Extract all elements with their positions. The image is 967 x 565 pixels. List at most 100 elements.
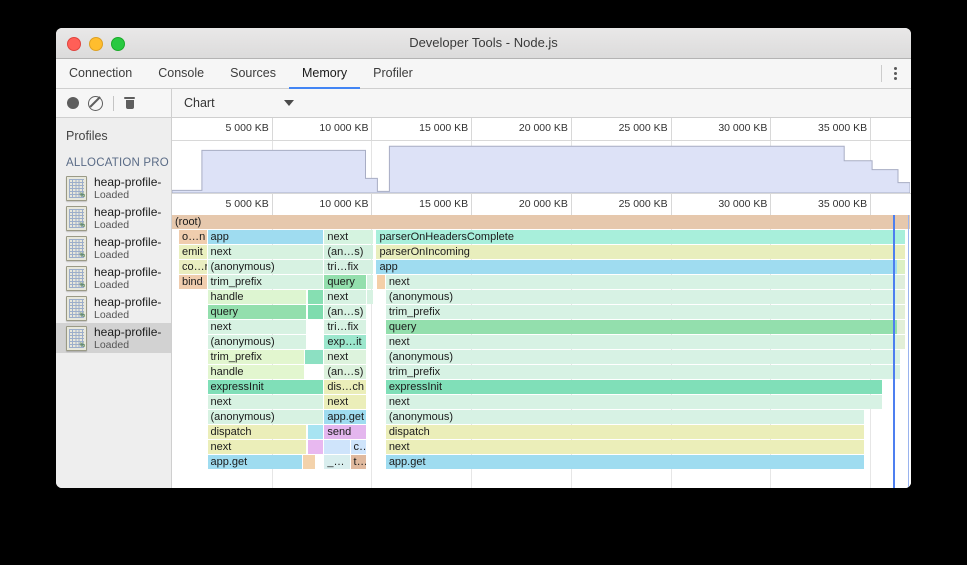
clear-icon[interactable] [88,95,103,111]
heap-profile-icon: % [66,205,87,231]
flame-frame[interactable] [307,425,323,439]
flame-frame[interactable]: _… [324,455,350,469]
flame-frame-edge[interactable] [897,260,905,274]
flame-frame[interactable]: trim_prefix [385,305,901,319]
profile-list-item[interactable]: % heap-profile- Loaded [56,263,171,293]
flame-frame[interactable]: trim_prefix [207,275,323,289]
tab-sources[interactable]: Sources [217,59,289,89]
flame-frame[interactable]: next [207,395,323,409]
flame-frame[interactable]: dispatch [385,425,865,439]
flame-frame[interactable]: next [385,335,901,349]
flame-frame[interactable]: emit [178,245,207,259]
flame-frame[interactable]: (anonymous) [385,410,865,424]
flame-frame[interactable] [305,350,323,364]
flame-frame[interactable]: query [324,275,367,289]
flame-frame[interactable]: expressInit [207,380,323,394]
flame-frame[interactable]: next [324,230,374,244]
flame-frame[interactable]: query [385,320,901,334]
flame-frame[interactable]: (an…s) [324,245,374,259]
flame-frame-edge[interactable] [897,290,905,304]
flame-frame[interactable] [302,455,315,469]
kebab-menu-icon[interactable] [890,64,901,83]
flame-frame[interactable]: tri…fix [324,260,374,274]
flame-frame[interactable]: next [324,395,367,409]
flame-frame[interactable]: app [376,260,902,274]
flame-frame[interactable]: expressInit [385,380,883,394]
tab-memory[interactable]: Memory [288,59,361,89]
flame-frame[interactable]: app.get [324,410,367,424]
flame-frame[interactable]: exp…it [324,335,367,349]
flame-frame[interactable] [367,290,374,304]
flame-frame[interactable]: handle [207,365,304,379]
view-selector[interactable]: Chart [172,89,911,117]
profile-list-item[interactable]: % heap-profile- Loaded [56,233,171,263]
flame-frame[interactable]: next [207,440,306,454]
flame-chart[interactable]: (root) o…n app next parserOnHeadersComplete e… [172,215,911,488]
flame-frame[interactable]: (anonymous) [207,260,323,274]
flame-frame[interactable]: next [207,245,323,259]
flame-frame[interactable] [377,275,385,289]
trash-icon[interactable] [124,97,135,109]
flame-selection-line[interactable] [893,215,895,488]
flame-frame[interactable]: dis…ch [324,380,367,394]
tab-console[interactable]: Console [145,59,217,89]
profiles-sidebar: Profiles ALLOCATION PRO % heap-profile- Lo… [56,118,172,488]
flame-frame[interactable]: next [207,320,306,334]
flame-frame[interactable]: query [207,305,306,319]
flame-frame[interactable]: (anonymous) [207,335,306,349]
flame-frame[interactable] [367,275,374,289]
flame-frame[interactable] [324,440,350,454]
heap-profile-icon: % [66,265,87,291]
flame-frame[interactable]: (an…s) [324,365,367,379]
flame-frame-edge[interactable] [897,275,905,289]
flame-frame[interactable]: bind [178,275,207,289]
flame-frame[interactable] [307,440,323,454]
flame-frame[interactable]: app [207,230,323,244]
flame-frame-edge[interactable] [897,245,905,259]
flame-frame[interactable]: app.get [207,455,302,469]
profile-list-item[interactable]: % heap-profile- Loaded [56,203,171,233]
profile-list-item[interactable]: % heap-profile- Loaded [56,293,171,323]
flame-frame[interactable]: (anonymous) [207,410,323,424]
flame-frame[interactable]: (an…s) [324,305,367,319]
flame-frame[interactable]: trim_prefix [385,365,901,379]
flame-frame[interactable]: next [385,440,865,454]
flame-frame[interactable]: next [385,395,883,409]
flame-frame[interactable]: (anonymous) [385,350,901,364]
profile-list-item[interactable]: % heap-profile- Loaded [56,323,171,353]
flame-frame[interactable]: co…r [178,260,207,274]
overview-chart[interactable] [172,141,911,193]
flame-frame[interactable]: c… [350,440,367,454]
flame-frame-edge[interactable] [897,215,905,229]
flame-frame[interactable]: o…n [178,230,207,244]
profile-list-item[interactable]: % heap-profile- Loaded [56,173,171,203]
heap-profile-icon: % [66,175,87,201]
flame-frame[interactable]: tri…fix [324,320,367,334]
record-icon[interactable] [67,97,79,109]
profile-item-text: heap-profile- Loaded [94,265,161,291]
flame-frame[interactable]: t… [350,455,367,469]
flame-frame[interactable] [307,290,323,304]
chevron-down-icon[interactable] [284,100,294,106]
flame-frame[interactable]: handle [207,290,306,304]
tab-profiler[interactable]: Profiler [360,59,426,89]
flame-frame[interactable]: (root) [172,215,910,229]
flame-frame[interactable]: app.get [385,455,865,469]
flame-frame[interactable]: next [385,275,901,289]
flame-frame[interactable]: parserOnIncoming [376,245,905,259]
flame-frame[interactable]: next [324,350,367,364]
flame-frame[interactable]: send [324,425,367,439]
tab-connection[interactable]: Connection [56,59,145,89]
flame-frame[interactable]: parserOnHeadersComplete [376,230,905,244]
flame-frame-edge[interactable] [897,305,905,319]
flame-frame[interactable] [307,305,323,319]
flame-frame[interactable]: (anonymous) [385,290,901,304]
flame-frame-edge[interactable] [897,335,905,349]
ruler-tick-label: 10 000 KB [319,122,369,134]
flame-frame[interactable]: trim_prefix [207,350,304,364]
flame-frame-edge[interactable] [897,230,905,244]
flame-frame[interactable]: next [324,290,367,304]
ruler-tick: 15 000 KB [419,118,473,140]
flame-frame[interactable]: dispatch [207,425,306,439]
flame-frame-edge[interactable] [897,320,905,334]
